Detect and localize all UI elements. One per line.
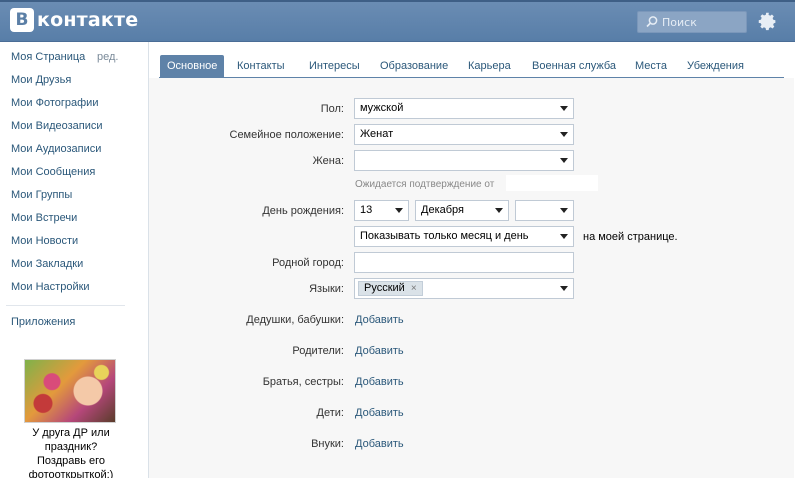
logo-text: контакте [37, 9, 139, 31]
languages-select[interactable]: Русский × [354, 278, 574, 299]
gear-icon[interactable] [757, 11, 778, 32]
tab-contacts[interactable]: Контакты [237, 55, 285, 78]
tab-beliefs[interactable]: Убеждения [687, 55, 744, 78]
menu-item-settings[interactable]: Мои Настройки [0, 276, 140, 299]
menu-item-news[interactable]: Мои Новости [0, 230, 140, 253]
ad-block[interactable]: У друга ДР или праздник? Поздравь его фо… [24, 359, 118, 478]
menu-item-apps[interactable]: Приложения [0, 311, 140, 334]
hometown-input[interactable] [354, 252, 574, 273]
add-grandchildren-link[interactable]: Добавить [355, 438, 404, 450]
gender-label: Пол: [320, 103, 344, 115]
tab-military[interactable]: Военная служба [532, 55, 616, 78]
birthday-visibility-suffix: на моей странице. [583, 231, 678, 243]
marital-label: Семейное положение: [229, 129, 345, 141]
birthday-visibility-value: Показывать только месяц и день [360, 230, 529, 242]
basic-info-form: Пол: мужской Семейное положение: Женат Ж… [149, 78, 794, 478]
tab-basic[interactable]: Основное [160, 55, 225, 78]
tab-places[interactable]: Места [635, 55, 667, 78]
birthday-day-select[interactable]: 13 [354, 200, 409, 221]
header-top-line [0, 0, 795, 2]
hometown-label: Родной город: [272, 257, 344, 269]
spouse-pending-note: Ожидается подтверждение от [355, 179, 495, 190]
ad-text-line: Поздравь его [37, 455, 105, 467]
menu-item-photos[interactable]: Мои Фотографии [0, 92, 140, 115]
dropdown-arrow-icon [495, 208, 503, 213]
ad-text-line: фотооткрыткой;) [28, 469, 114, 478]
birthday-visibility-select[interactable]: Показывать только месяц и день [354, 226, 574, 247]
siblings-label: Братья, сестры: [262, 376, 344, 388]
ad-text-line: У друга ДР или [32, 427, 110, 439]
dropdown-arrow-icon [395, 208, 403, 213]
edit-page-link[interactable]: ред. [97, 46, 118, 69]
logo-letter: B [10, 8, 34, 32]
language-tag-label: Русский [364, 282, 405, 294]
tab-career[interactable]: Карьера [468, 55, 511, 78]
birthday-month-select[interactable]: Декабря [415, 200, 509, 221]
menu-item-audio[interactable]: Мои Аудиозаписи [0, 138, 140, 161]
menu-item-label[interactable]: Моя Страница [11, 51, 85, 63]
birthday-label: День рождения: [262, 205, 344, 217]
remove-tag-icon[interactable]: × [411, 281, 417, 296]
parents-label: Родители: [292, 345, 344, 357]
tab-education[interactable]: Образование [380, 55, 448, 78]
ad-image[interactable] [24, 359, 116, 423]
site-logo[interactable]: B контакте [10, 8, 138, 32]
search-box[interactable] [637, 11, 747, 33]
menu-divider [6, 305, 125, 306]
gender-value: мужской [360, 102, 404, 114]
search-input[interactable] [662, 15, 742, 29]
grandchildren-label: Внуки: [311, 438, 344, 450]
tab-interests[interactable]: Интересы [309, 55, 360, 78]
menu-item-events[interactable]: Мои Встречи [0, 207, 140, 230]
language-tag: Русский × [358, 281, 423, 296]
spouse-label: Жена: [312, 155, 344, 167]
dropdown-arrow-icon [560, 106, 568, 111]
children-label: Дети: [316, 407, 344, 419]
dropdown-arrow-icon [560, 234, 568, 239]
menu-item-friends[interactable]: Мои Друзья [0, 69, 140, 92]
birthday-month-value: Декабря [421, 204, 464, 216]
dropdown-arrow-icon [560, 208, 568, 213]
birthday-year-select[interactable] [515, 200, 574, 221]
birthday-day-value: 13 [360, 204, 373, 216]
menu-item-videos[interactable]: Мои Видеозаписи [0, 115, 140, 138]
menu-item-bookmarks[interactable]: Мои Закладки [0, 253, 140, 276]
menu-item-my-page[interactable]: Моя Страница ред. [0, 46, 140, 69]
menu-item-messages[interactable]: Мои Сообщения [0, 161, 140, 184]
edit-profile-panel: Основное Контакты Интересы Образование К… [148, 42, 794, 478]
gender-select[interactable]: мужской [354, 98, 574, 119]
profile-tabs: Основное Контакты Интересы Образование К… [149, 42, 794, 78]
top-header: B контакте [0, 0, 795, 42]
add-siblings-link[interactable]: Добавить [355, 376, 404, 388]
spouse-select[interactable] [354, 150, 574, 171]
marital-value: Женат [360, 128, 394, 140]
dropdown-arrow-icon [560, 286, 568, 291]
add-parents-link[interactable]: Добавить [355, 345, 404, 357]
search-icon [646, 16, 658, 28]
marital-select[interactable]: Женат [354, 124, 574, 145]
grandparents-label: Дедушки, бабушки: [246, 314, 344, 326]
hidden-name-box [506, 175, 598, 191]
dropdown-arrow-icon [560, 132, 568, 137]
languages-label: Языки: [309, 283, 344, 295]
ad-text-line: праздник? [44, 441, 98, 453]
menu-item-groups[interactable]: Мои Группы [0, 184, 140, 207]
dropdown-arrow-icon [560, 158, 568, 163]
add-children-link[interactable]: Добавить [355, 407, 404, 419]
add-grandparents-link[interactable]: Добавить [355, 314, 404, 326]
ad-text[interactable]: У друга ДР или праздник? Поздравь его фо… [24, 426, 118, 478]
left-menu: Моя Страница ред. Мои Друзья Мои Фотогра… [0, 46, 140, 334]
